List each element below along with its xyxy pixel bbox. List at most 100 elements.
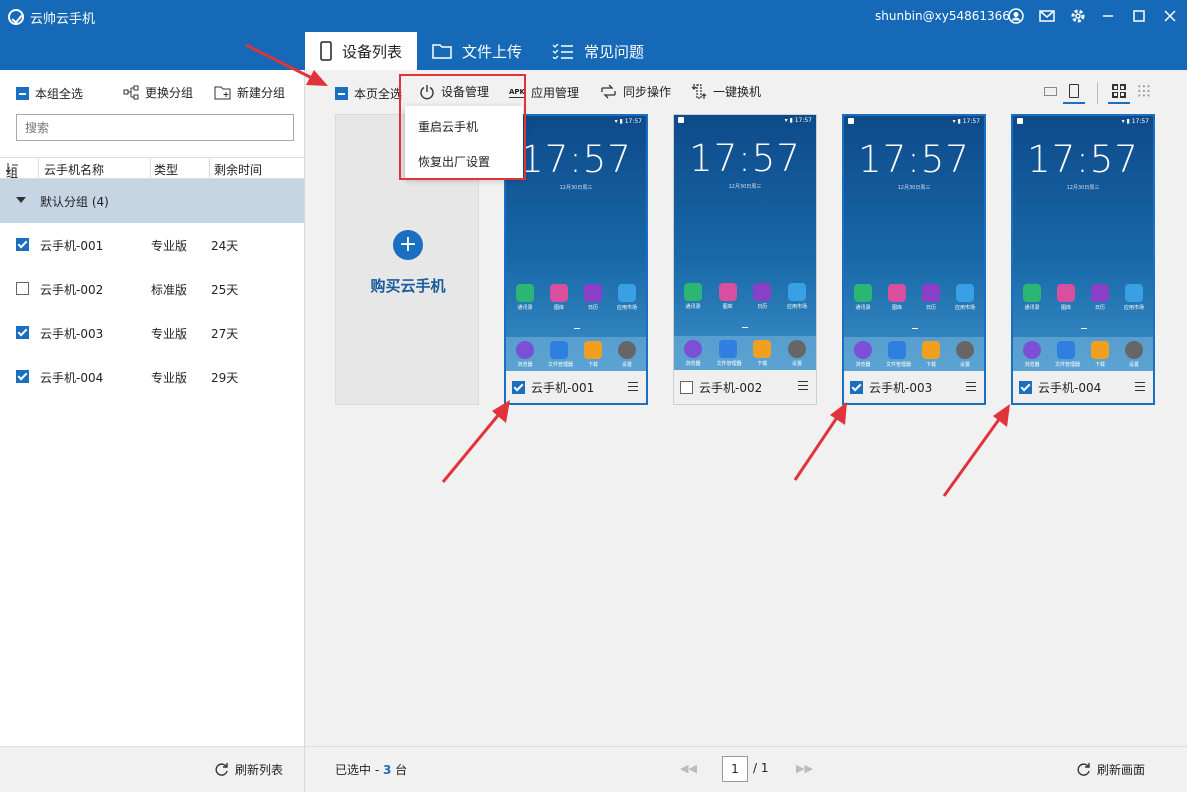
new-group-label: 新建分组 [237,86,286,100]
swap-icon [691,84,707,99]
table-row[interactable]: 云手机-002 标准版 25天 [0,267,304,311]
table-row[interactable]: 云手机-004 专业版 29天 [0,355,304,399]
phone-checkbox[interactable] [1019,380,1032,394]
calendar-app[interactable]: 日历 [582,284,604,311]
phone-screen[interactable]: ▾ ▮ 17:57 17:57 12月30日周三 通讯录 图库 日历 应用市场 … [506,116,646,371]
phone-card-004[interactable]: ▾ ▮ 17:57 17:57 12月30日周三 通讯录 图库 日历 应用市场 … [1011,114,1155,405]
settings-app[interactable]: 设置 [954,341,976,368]
phone-checkbox[interactable] [680,380,693,394]
column-group[interactable]: 组 [5,161,18,180]
phone-card-002[interactable]: ▾ ▮ 17:57 17:57 12月30日周三 通讯录 图库 日历 应用市场 … [673,114,817,405]
maximize-icon[interactable] [1129,6,1149,26]
new-group-button[interactable]: 新建分组 [214,84,285,101]
app-store-app[interactable]: 应用市场 [954,284,976,311]
minimize-icon[interactable] [1098,6,1118,26]
grid-small-icon[interactable] [1137,84,1151,98]
files-app[interactable]: 文件管理器 [717,340,742,367]
contacts-icon [1023,284,1041,302]
gallery-app[interactable]: 图库 [886,284,908,311]
checkbox[interactable] [335,87,348,100]
calendar-app[interactable]: 日历 [751,283,773,310]
browser-icon [684,340,702,358]
phone-screen[interactable]: ▾ ▮ 17:57 17:57 12月30日周三 通讯录 图库 日历 应用市场 … [844,116,984,371]
tab-device-list[interactable]: 设备列表 [305,32,418,70]
select-page-all[interactable]: 本页全选 [335,85,402,102]
group-default[interactable]: 默认分组 (4) [0,179,304,223]
table-row[interactable]: 云手机-003 专业版 27天 [0,311,304,355]
landscape-view-icon[interactable] [1044,87,1057,96]
download-app[interactable]: 下载 [751,340,773,367]
sync-ops-button[interactable]: 同步操作 [600,83,671,100]
contacts-app[interactable]: 通讯录 [514,284,536,311]
row-checkbox[interactable] [16,370,29,383]
browser-app[interactable]: 浏览器 [852,341,874,368]
calendar-app[interactable]: 日历 [920,284,942,311]
page-input[interactable]: 1 [722,756,748,782]
download-icon [1091,341,1109,359]
portrait-view-icon[interactable] [1069,84,1079,98]
close-icon[interactable] [1160,6,1180,26]
download-app[interactable]: 下载 [582,341,604,368]
app-label: 设置 [791,361,802,367]
phone-card-003[interactable]: ▾ ▮ 17:57 17:57 12月30日周三 通讯录 图库 日历 应用市场 … [842,114,986,405]
phone-checkbox[interactable] [850,380,863,394]
select-group-all[interactable]: 本组全选 [16,85,83,102]
contacts-app[interactable]: 通讯录 [682,283,704,310]
refresh-screen-label: 刷新画面 [1097,763,1146,777]
refresh-screen-button[interactable]: 刷新画面 [1076,761,1145,778]
gallery-app[interactable]: 图库 [548,284,570,311]
hamburger-menu-icon[interactable] [1135,382,1145,391]
browser-app[interactable]: 浏览器 [682,340,704,367]
hamburger-menu-icon[interactable] [966,382,976,391]
hamburger-menu-icon[interactable] [628,382,638,391]
hamburger-menu-icon[interactable] [798,381,808,390]
app-store-app[interactable]: 应用市场 [616,284,638,311]
files-app[interactable]: 文件管理器 [886,341,911,368]
search-input[interactable] [16,114,294,141]
dock: 浏览器 文件管理器 下载 设置 [506,337,646,371]
change-group-button[interactable]: 更换分组 [123,84,193,101]
gear-icon[interactable] [1068,6,1088,26]
settings-app[interactable]: 设置 [1123,341,1145,368]
checkbox[interactable] [16,87,29,100]
row-checkbox[interactable] [16,282,29,295]
row-checkbox[interactable] [16,326,29,339]
app-label: 图库 [1060,305,1071,311]
collapse-triangle-icon[interactable] [16,197,26,203]
tab-faq[interactable]: 常见问题 [537,32,659,70]
mail-icon[interactable] [1037,6,1057,26]
files-app[interactable]: 文件管理器 [548,341,573,368]
files-app[interactable]: 文件管理器 [1055,341,1080,368]
gallery-app[interactable]: 图库 [1055,284,1077,311]
selected-suffix: 台 [391,763,408,777]
download-app[interactable]: 下载 [920,341,942,368]
row-checkbox[interactable] [16,238,29,251]
settings-app[interactable]: 设置 [616,341,638,368]
browser-app[interactable]: 浏览器 [514,341,536,368]
calendar-app[interactable]: 日历 [1089,284,1111,311]
refresh-list-button[interactable]: 刷新列表 [214,761,283,778]
download-app[interactable]: 下载 [1089,341,1111,368]
contacts-app[interactable]: 通讯录 [1021,284,1043,311]
next-page-icon[interactable]: ▶▶ [796,762,813,775]
app-label: 应用市场 [786,304,807,310]
one-key-swap-button[interactable]: 一键换机 [691,83,761,100]
settings-app[interactable]: 设置 [786,340,808,367]
phone-screen[interactable]: ▾ ▮ 17:57 17:57 12月30日周三 通讯录 图库 日历 应用市场 … [1013,116,1153,371]
phone-checkbox[interactable] [512,380,525,394]
phone-caption: 云手机-004 [1013,371,1153,403]
column-type[interactable]: 类型 [154,161,178,178]
gallery-app[interactable]: 图库 [717,283,739,310]
contacts-app[interactable]: 通讯录 [852,284,874,311]
app-label: 浏览器 [1024,362,1040,368]
browser-app[interactable]: 浏览器 [1021,341,1043,368]
phone-screen[interactable]: ▾ ▮ 17:57 17:57 12月30日周三 通讯录 图库 日历 应用市场 … [674,115,816,370]
column-name[interactable]: 云手机名称 [44,161,104,178]
column-remaining[interactable]: 剩余时间 [214,161,262,178]
app-store-app[interactable]: 应用市场 [1123,284,1145,311]
app-store-app[interactable]: 应用市场 [786,283,808,310]
prev-page-icon[interactable]: ◀◀ [680,762,697,775]
user-icon[interactable] [1006,6,1026,26]
table-row[interactable]: 云手机-001 专业版 24天 [0,223,304,267]
tab-file-upload[interactable]: 文件上传 [417,32,537,70]
